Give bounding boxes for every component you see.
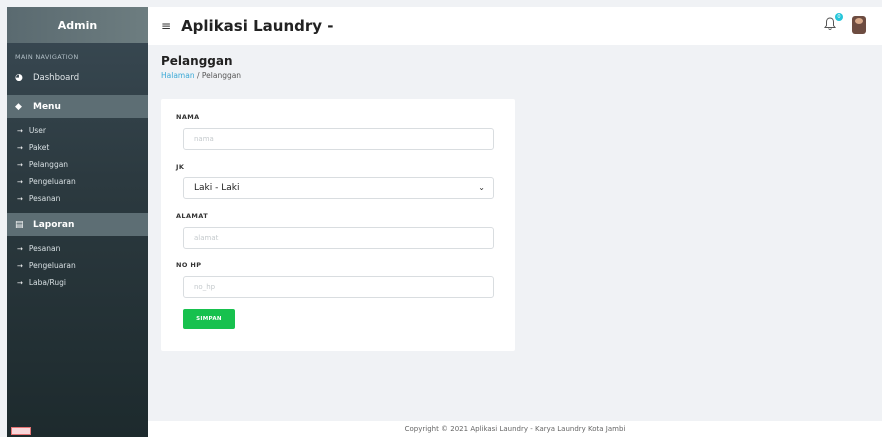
sidebar-item-pesanan[interactable]: → Pesanan [7,190,148,207]
user-avatar[interactable] [852,16,866,34]
page-title: Pelanggan [161,54,233,68]
sidebar-item-pelanggan[interactable]: → Pelanggan [7,156,148,173]
sidebar-item-laporan-pengeluaran[interactable]: → Pengeluaran [7,257,148,274]
topbar: ≡ Aplikasi Laundry - 0 [148,7,882,45]
sidebar-item-label: Dashboard [33,73,80,83]
topbar-actions: 0 [824,13,866,34]
arrow-right-icon: → [17,244,23,253]
sidebar-item-laba-rugi[interactable]: → Laba/Rugi [7,274,148,291]
sidebar-brand[interactable]: Admin [7,7,148,43]
arrow-right-icon: → [17,194,23,203]
breadcrumb-separator: / [196,71,200,80]
breadcrumb-current: Pelanggan [201,71,242,80]
form-card: NAMA JK Laki - Laki ⌄ ALAMAT NO HP SIMPA… [161,99,515,351]
hamburger-menu-icon[interactable]: ≡ [161,19,171,33]
sidebar-item-label: Pesanan [28,244,61,253]
arrow-right-icon: → [17,143,23,152]
jk-select[interactable]: Laki - Laki ⌄ [183,177,494,199]
sidebar-item-pengeluaran[interactable]: → Pengeluaran [7,173,148,190]
sidebar-item-laporan-pesanan[interactable]: → Pesanan [7,240,148,257]
sidebar-item-label: User [28,126,46,135]
alamat-input[interactable] [183,227,494,249]
sidebar-header-menu[interactable]: ◆ Menu [7,95,148,118]
alamat-label: ALAMAT [176,212,209,220]
arrow-right-icon: → [17,261,23,270]
jk-selected-value: Laki - Laki [194,183,240,193]
footer: Copyright © 2021 Aplikasi Laundry - Kary… [148,421,882,437]
sidebar-item-label: Pengeluaran [28,177,76,186]
sidebar-item-dashboard[interactable]: ◕ Dashboard [7,67,148,89]
arrow-right-icon: → [17,126,23,135]
corner-badge-icon [11,427,31,435]
sidebar-section-label: MAIN NAVIGATION [15,53,79,61]
dashboard-icon: ◕ [15,73,23,83]
sidebar-header-label: Menu [33,101,61,112]
arrow-right-icon: → [17,177,23,186]
nohp-label: NO HP [176,261,202,269]
printer-icon: ▤ [15,219,24,230]
breadcrumb-home-link[interactable]: Halaman [161,71,195,80]
arrow-right-icon: → [17,278,23,287]
simpan-button[interactable]: SIMPAN [183,309,235,329]
nama-input[interactable] [183,128,494,150]
app-title: Aplikasi Laundry - [181,17,334,35]
sidebar-item-label: Pelanggan [28,160,69,169]
sidebar-header-laporan[interactable]: ▤ Laporan [7,213,148,236]
notification-count-badge: 0 [835,13,843,21]
sidebar-item-label: Pesanan [28,194,61,203]
layers-icon: ◆ [15,101,22,112]
sidebar-header-label: Laporan [33,219,75,230]
breadcrumb: Halaman / Pelanggan [161,71,241,80]
sidebar-item-label: Pengeluaran [28,261,76,270]
bell-icon [824,17,836,30]
sidebar-item-user[interactable]: → User [7,122,148,139]
jk-label: JK [176,163,185,171]
arrow-right-icon: → [17,160,23,169]
sidebar: Admin MAIN NAVIGATION ◕ Dashboard ◆ Menu… [7,7,148,437]
nama-label: NAMA [176,113,200,121]
chevron-down-icon: ⌄ [478,183,485,192]
sidebar-item-paket[interactable]: → Paket [7,139,148,156]
notification-bell-icon[interactable]: 0 [824,13,843,33]
sidebar-item-label: Laba/Rugi [28,278,67,287]
sidebar-item-label: Paket [28,143,50,152]
nohp-input[interactable] [183,276,494,298]
